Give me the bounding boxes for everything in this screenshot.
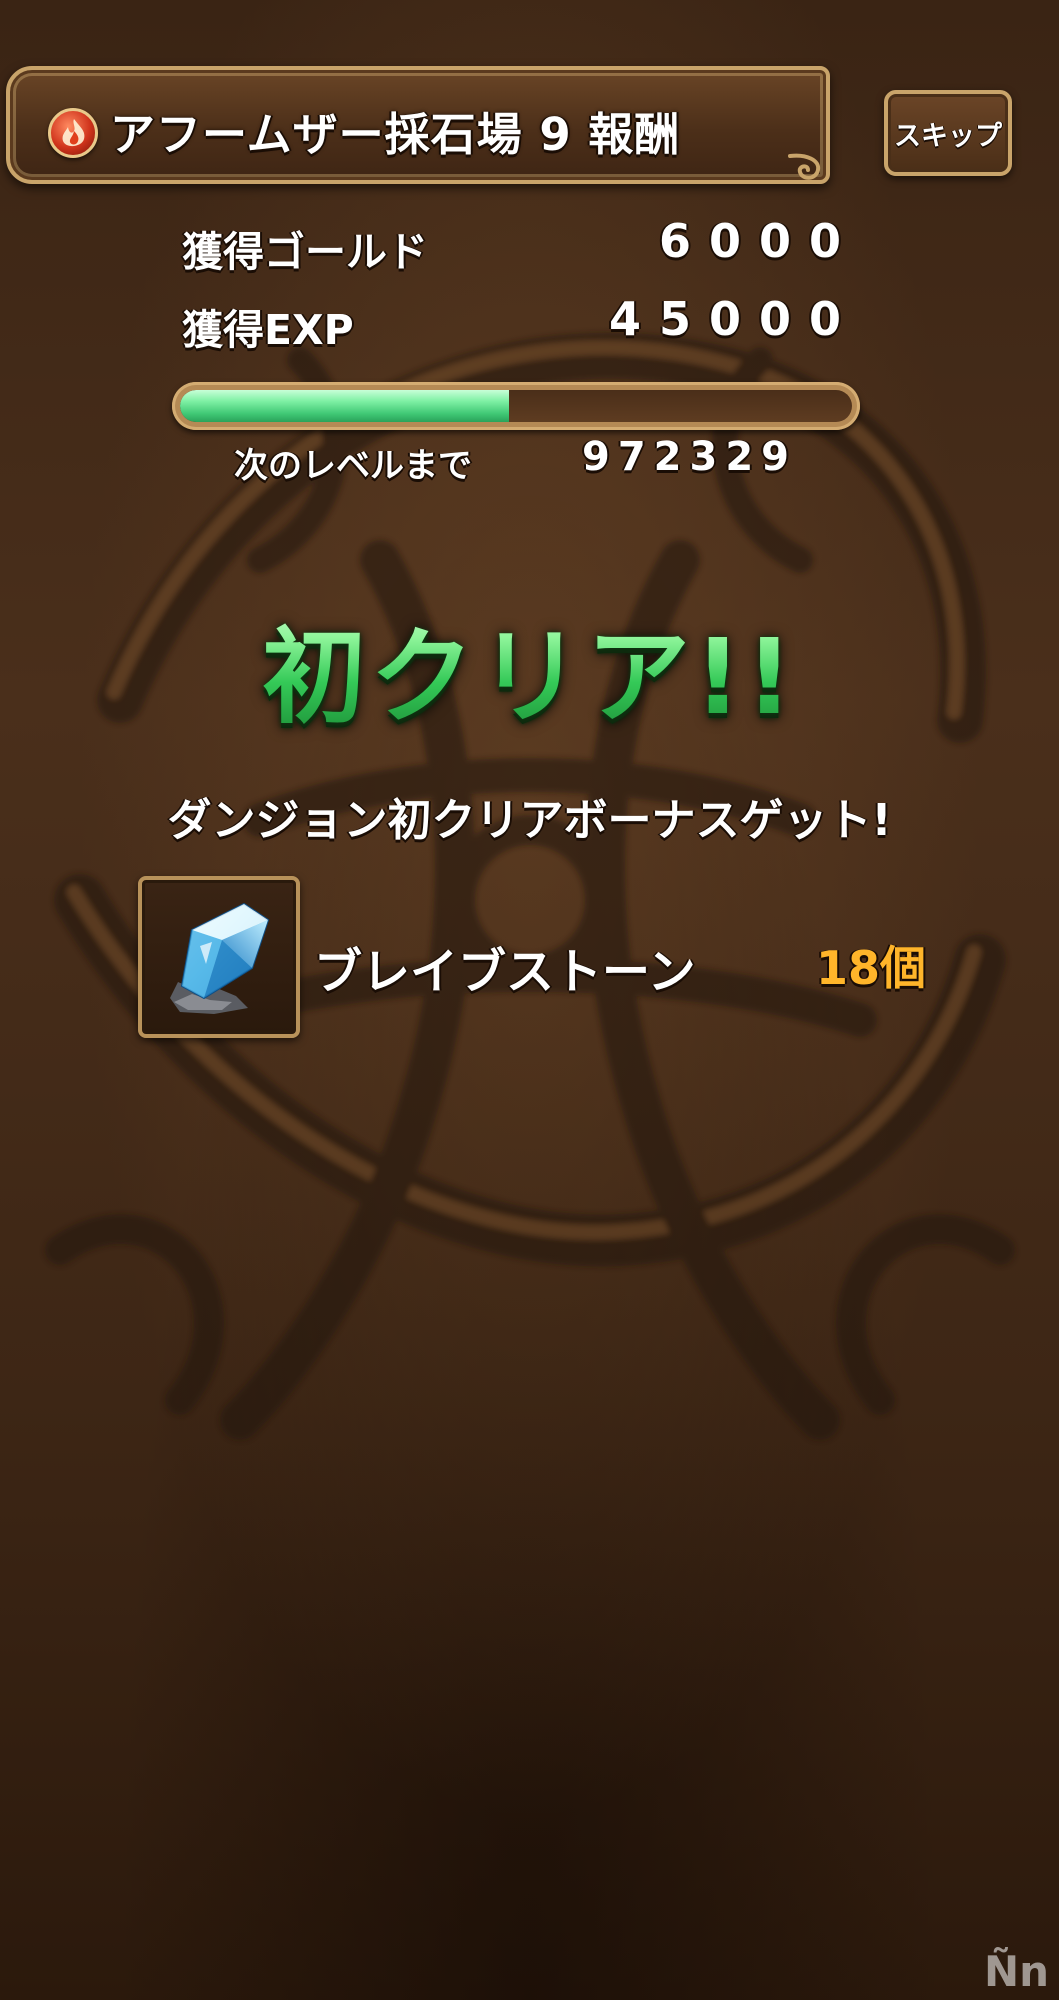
exp-progress-fill — [180, 390, 510, 422]
brave-stone-icon — [170, 902, 270, 1014]
skip-button[interactable]: スキップ — [884, 90, 1012, 176]
exp-progress-track — [180, 390, 852, 422]
first-clear-bonus-text: ダンジョン初クリアボーナスゲット! — [167, 795, 892, 846]
gold-value: 6000 — [658, 214, 859, 268]
reward-item-name: ブレイブストーン — [314, 944, 696, 1000]
next-level-value: 972329 — [582, 434, 797, 480]
next-level-label: 次のレベルまで — [234, 446, 472, 486]
exp-value: 45000 — [608, 292, 859, 346]
watermark-logo: Ñn — [983, 1947, 1049, 1996]
first-clear-banner: 初クリア!! — [0, 592, 1059, 743]
exp-label: 獲得EXP — [182, 306, 354, 354]
stage-title: アフームザー採石場 9 報酬 — [110, 108, 681, 161]
gold-label: 獲得ゴールド — [182, 228, 428, 276]
banner-scroll-ornament — [788, 153, 821, 180]
reward-item-quantity: 18個 — [816, 941, 927, 995]
exp-progress-bar — [172, 382, 860, 430]
skip-button-label: スキップ — [894, 120, 1002, 152]
reward-item-frame — [138, 876, 300, 1038]
fire-element-icon — [48, 108, 98, 158]
